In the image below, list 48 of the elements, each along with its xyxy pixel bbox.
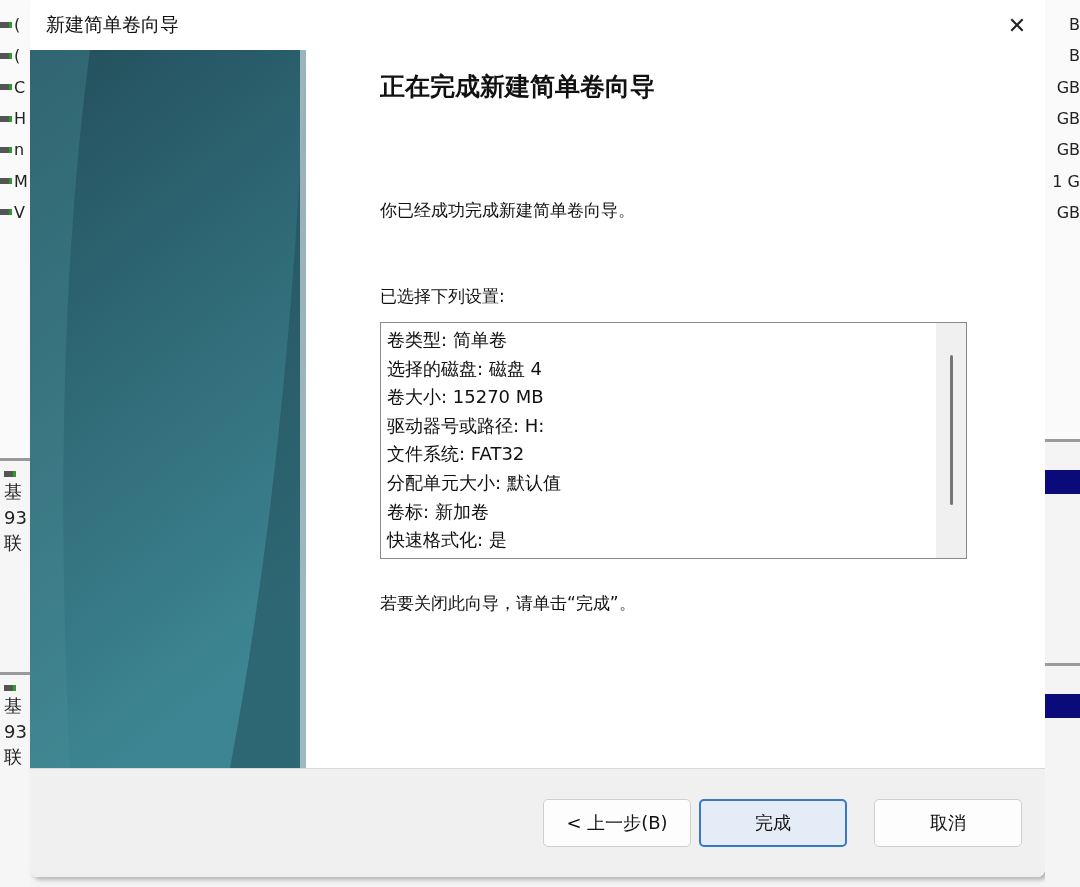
partition-bar [1045, 469, 1080, 494]
volume-size: GB [1056, 77, 1080, 97]
disk-info: 联 [4, 530, 23, 555]
drive-icon [0, 84, 12, 91]
disk-info: 联 [4, 745, 23, 770]
setting-line: 卷大小: 15270 MB [387, 385, 545, 410]
window-title: 新建简单卷向导 [46, 12, 179, 37]
volume-name: H [14, 109, 27, 129]
disk-info: 基 [4, 694, 23, 719]
volume-name: ( [14, 15, 21, 35]
volume-size: GB [1056, 109, 1080, 129]
setting-line: 文件系统: FAT32 [387, 442, 526, 467]
volume-size: GB [1056, 202, 1080, 222]
setting-line: 分配单元大小: 默认值 [387, 470, 562, 495]
volume-size: GB [1056, 140, 1080, 160]
volume-name: V [14, 202, 25, 222]
settings-label: 已选择下列设置: [380, 285, 506, 308]
volume-name: n [14, 140, 25, 160]
wizard-button[interactable]: 完成 [699, 799, 847, 847]
setting-line: 选择的磁盘: 磁盘 4 [387, 356, 543, 381]
drive-icon [0, 146, 12, 153]
drive-icon [0, 52, 12, 59]
volume-size: 1 G [1052, 171, 1080, 191]
volume-size: B [1069, 46, 1080, 66]
completion-message: 你已经成功完成新建简单卷向导。 [380, 199, 636, 222]
volume-name: ( [14, 46, 21, 66]
volume-size: B [1069, 15, 1080, 35]
drive-icon [0, 21, 12, 28]
volume-name: M [14, 171, 28, 191]
wizard-heading: 正在完成新建简单卷向导 [380, 71, 656, 103]
volume-name: C [14, 77, 26, 97]
scrollbar[interactable] [936, 323, 966, 558]
scroll-thumb[interactable] [949, 355, 953, 505]
partition-bar [1045, 693, 1080, 718]
drive-icon [0, 178, 12, 185]
disk-info: 基 [4, 479, 23, 504]
drive-icon [0, 209, 12, 216]
setting-line: 驱动器号或路径: H: [387, 413, 546, 438]
setting-line: 卷标: 新加卷 [387, 499, 490, 524]
close-instruction: 若要关闭此向导，请单击“完成”。 [380, 592, 637, 615]
disk-info: 93 [4, 721, 28, 743]
drive-icon [0, 115, 12, 122]
wizard-button[interactable]: 取消 [874, 799, 1022, 847]
disk-info: 93 [4, 506, 28, 528]
wizard-button[interactable]: < 上一步(B) [543, 799, 691, 847]
close-button[interactable]: ✕ [989, 2, 1045, 48]
setting-line: 快速格式化: 是 [387, 528, 508, 553]
setting-line: 卷类型: 简单卷 [387, 328, 508, 352]
